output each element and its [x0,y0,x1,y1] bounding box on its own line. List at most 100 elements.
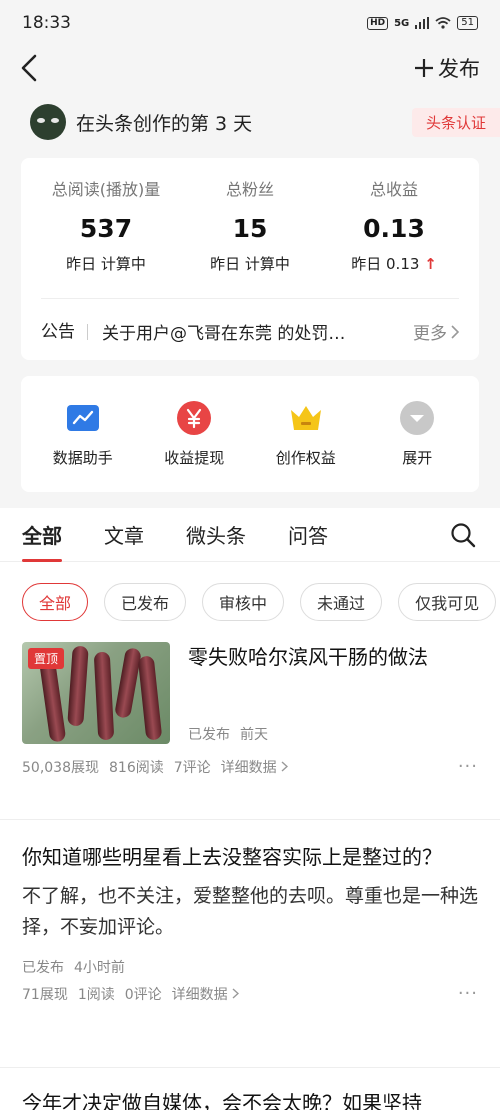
article-title[interactable]: 今年才决定做自媒体，会不会太晚？如果坚持 [22,1088,478,1110]
stat-total-fans[interactable]: 总粉丝 15 昨日 计算中 [185,176,315,274]
article-item[interactable]: 置顶 零失败哈尔滨风干肠的做法 已发布 前天 50,038展现 816阅读 7评… [0,642,500,820]
publish-label: 发布 [438,57,480,81]
tool-label: 创作权益 [275,448,336,467]
thumbnail-sausage [67,645,89,727]
stats-row: 总阅读(播放)量 537 昨日 计算中 总粉丝 15 昨日 计算中 总收益 0.… [41,176,459,274]
filter-all[interactable]: 全部 [22,583,89,621]
stats-card: 总阅读(播放)量 537 昨日 计算中 总粉丝 15 昨日 计算中 总收益 0.… [21,158,479,360]
content-section: 全部 文章 微头条 问答 全部 已发布 审核中 未通过 仅我可见 置顶 零失败哈… [0,508,500,1110]
tool-label: 收益提现 [164,448,225,467]
tab-micro-posts[interactable]: 微头条 [186,508,246,562]
article-stats-items: 71展现 1阅读 0评论 详细数据 [22,984,240,1004]
content-tabs: 全部 文章 微头条 问答 [0,508,500,562]
stat-value: 0.13 [363,214,425,243]
article-time: 前天 [240,727,268,743]
avatar[interactable] [30,104,66,140]
article-title[interactable]: 你知道哪些明星看上去没整容实际上是整过的？ [22,842,478,873]
creator-days-text: 在头条创作的第 3 天 [76,112,253,135]
detail-data-link[interactable]: 详细数据 [220,757,289,777]
up-arrow-icon: ↑ [424,255,437,273]
article-status: 已发布 [188,727,230,743]
status-icons: HD 5G 51 [367,16,478,30]
stat-label: 总粉丝 [225,180,274,199]
chevron-right-icon [451,324,459,339]
article-title[interactable]: 零失败哈尔滨风干肠的做法 [188,642,478,672]
tool-expand[interactable]: 展开 [367,400,467,468]
article-meta: 已发布 4小时前 [22,957,478,977]
hd-icon: HD [367,16,389,30]
search-icon [451,523,476,548]
tool-income-withdraw[interactable]: 收益提现 [144,400,244,468]
article-reads: 816阅读 [109,759,164,776]
article-comments: 0评论 [124,986,162,1003]
article-meta: 已发布 前天 [188,724,478,744]
search-button[interactable] [450,522,476,552]
tab-qa[interactable]: 问答 [288,508,328,562]
article-item[interactable]: 你知道哪些明星看上去没整容实际上是整过的？ 不了解，也不关注，爱整整他的去呗。尊… [0,820,500,1068]
avatar-eye-right [51,118,59,123]
creator-info: 在头条创作的第 3 天 [30,104,252,140]
filter-chips: 全部 已发布 审核中 未通过 仅我可见 [0,562,500,642]
stat-total-reads[interactable]: 总阅读(播放)量 537 昨日 计算中 [41,176,171,274]
status-time: 18:33 [22,13,71,33]
top-bar: 发布 [0,46,500,90]
back-button[interactable] [20,53,50,83]
tab-articles[interactable]: 文章 [104,508,144,562]
notice-bar[interactable]: 公告 关于用户@飞哥在东莞 的处罚… 更多 [41,298,459,344]
chart-icon [66,401,100,435]
stat-sub: 昨日 0.13 [351,255,420,273]
signal-icon [415,17,430,29]
article-time: 4小时前 [74,960,125,976]
article-views: 71展现 [22,986,68,1003]
yen-icon [177,400,212,435]
chevron-right-icon [232,987,240,999]
chevron-right-icon [281,760,289,772]
detail-data-label: 详细数据 [171,986,228,1003]
more-options-icon[interactable]: ··· [458,983,478,1004]
tool-data-assistant[interactable]: 数据助手 [33,401,133,468]
tool-label: 数据助手 [52,448,113,467]
notice-more-link[interactable]: 更多 [405,319,459,344]
tool-label: 展开 [402,448,433,467]
publish-button[interactable]: 发布 [414,53,480,83]
creator-row: 在头条创作的第 3 天 头条认证 [0,90,500,154]
stat-sub: 昨日 计算中 [210,255,290,273]
article-stats: 50,038展现 816阅读 7评论 详细数据 ··· [22,756,478,777]
avatar-eye-left [37,118,45,123]
network-label: 5G [394,17,410,29]
pinned-badge: 置顶 [28,648,65,669]
article-comments: 7评论 [173,759,211,776]
thumbnail-sausage [114,647,142,719]
status-bar: 18:33 HD 5G 51 [0,0,500,46]
thumbnail-sausage [93,651,115,741]
back-arrow-icon [21,54,37,82]
wifi-icon [435,17,451,29]
article-reads: 1阅读 [77,986,115,1003]
notice-more-label: 更多 [413,324,447,344]
filter-published[interactable]: 已发布 [104,583,187,621]
notice-text[interactable]: 关于用户@飞哥在东莞 的处罚… [88,319,405,344]
certification-badge[interactable]: 头条认证 [411,107,500,137]
filter-rejected[interactable]: 未通过 [300,583,383,621]
stat-total-income[interactable]: 总收益 0.13 昨日 0.13 ↑ [329,176,459,274]
tool-creator-rights[interactable]: 创作权益 [256,401,356,468]
thumbnail-sausage [137,655,163,741]
article-stats-items: 50,038展现 816阅读 7评论 详细数据 [22,757,289,777]
notice-label: 公告 [41,323,88,340]
stat-value: 15 [232,214,268,243]
detail-data-link[interactable]: 详细数据 [171,984,240,1004]
battery-icon: 51 [457,16,478,30]
tab-all[interactable]: 全部 [22,508,62,562]
article-thumbnail[interactable]: 置顶 [22,642,170,744]
stat-value: 537 [79,214,133,243]
article-status: 已发布 [22,960,64,976]
stat-label: 总收益 [369,180,418,199]
tools-card: 数据助手 收益提现 创作权益 展开 [21,376,479,492]
filter-private[interactable]: 仅我可见 [398,583,497,621]
filter-reviewing[interactable]: 审核中 [202,583,285,621]
article-item[interactable]: 今年才决定做自媒体，会不会太晚？如果坚持 [0,1068,500,1110]
article-excerpt: 不了解，也不关注，爱整整他的去呗。尊重也是一种选择，不妄加评论。 [22,885,479,938]
stat-sub: 昨日 计算中 [66,255,146,273]
detail-data-label: 详细数据 [220,759,277,776]
more-options-icon[interactable]: ··· [458,756,478,777]
